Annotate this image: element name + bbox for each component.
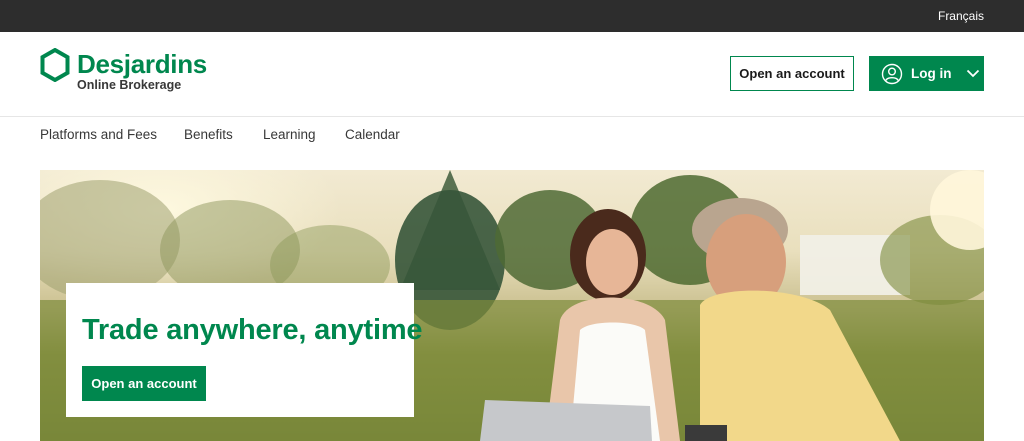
site-header: Desjardins Online Brokerage Open an acco… [0, 32, 1024, 117]
desjardins-hexagon-icon [40, 48, 70, 82]
user-circle-icon [881, 63, 903, 84]
nav-item-platforms-and-fees[interactable]: Platforms and Fees [40, 127, 157, 142]
open-account-button-hero[interactable]: Open an account [82, 366, 206, 401]
brand-subtitle: Online Brokerage [77, 78, 182, 92]
nav-item-benefits[interactable]: Benefits [184, 127, 233, 142]
main-navigation: Platforms and Fees Benefits Learning Cal… [0, 118, 1024, 156]
desjardins-logo[interactable]: Desjardins Online Brokerage [40, 48, 210, 98]
login-button[interactable]: Log in [869, 56, 984, 91]
login-label: Log in [911, 66, 952, 81]
nav-item-learning[interactable]: Learning [263, 127, 316, 142]
hero-card: Trade anywhere, anytime Open an account [66, 283, 423, 417]
hero-banner: Trade anywhere, anytime Open an account [40, 170, 984, 441]
hero-title: Trade anywhere, anytime [82, 314, 423, 346]
nav-item-calendar[interactable]: Calendar [345, 127, 400, 142]
chevron-down-icon [966, 69, 979, 78]
open-account-button-header[interactable]: Open an account [730, 56, 854, 91]
brand-name: Desjardins [77, 49, 207, 79]
language-toggle-link[interactable]: Français [938, 9, 984, 23]
top-utility-bar: Français [0, 0, 1024, 32]
